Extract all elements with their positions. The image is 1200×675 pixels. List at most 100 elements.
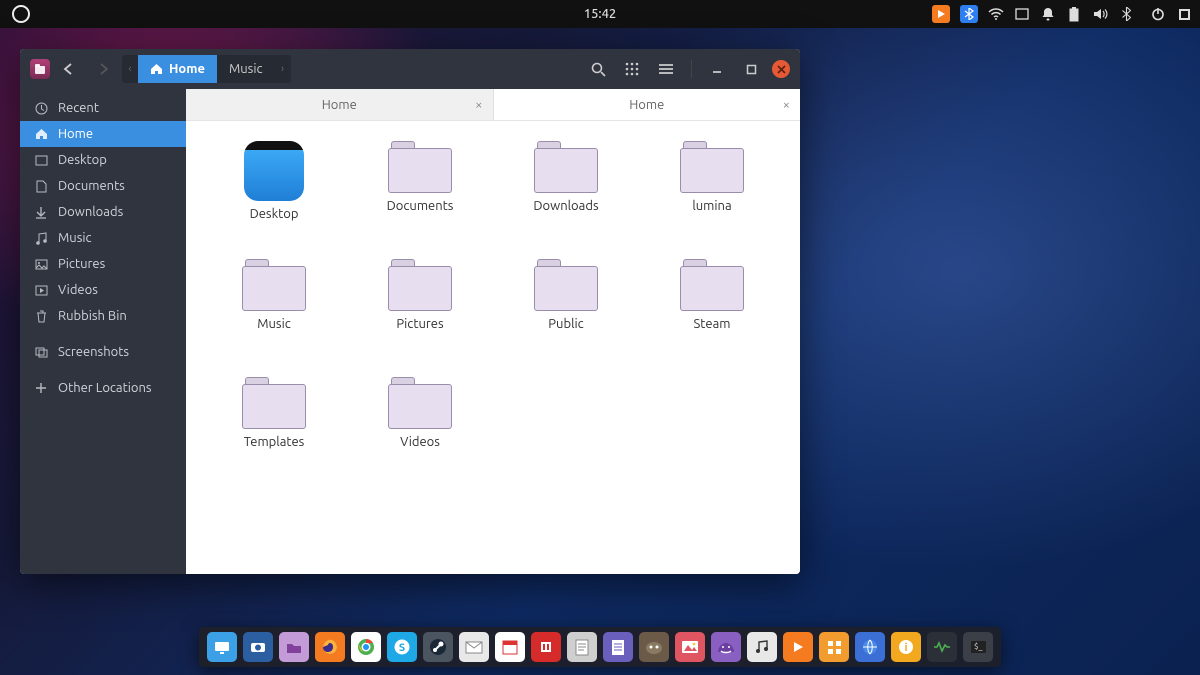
document-icon xyxy=(34,180,48,193)
file-item-pictures[interactable]: Pictures xyxy=(350,259,490,377)
app-icon xyxy=(30,59,50,79)
window-titlebar[interactable]: ‹ Home Music › xyxy=(20,49,800,89)
sidebar-item-documents[interactable]: Documents xyxy=(20,173,186,199)
tab-home-1[interactable]: Home × xyxy=(186,89,494,120)
pictures-icon xyxy=(34,259,48,270)
sidebar: Recent Home Desktop Documents Downloads … xyxy=(20,89,186,574)
path-label: Home xyxy=(169,62,205,76)
sidebar-item-downloads[interactable]: Downloads xyxy=(20,199,186,225)
window-maximize-button[interactable] xyxy=(738,56,764,82)
file-item-documents[interactable]: Documents xyxy=(350,141,490,259)
dock-app-files[interactable] xyxy=(279,632,309,662)
dock-app-screenshot[interactable] xyxy=(243,632,273,662)
sidebar-item-screenshots[interactable]: Screenshots xyxy=(20,339,186,365)
dock-app-text[interactable] xyxy=(567,632,597,662)
file-item-steam[interactable]: Steam xyxy=(642,259,782,377)
dock-app-skype[interactable]: S xyxy=(387,632,417,662)
file-item-label: lumina xyxy=(692,199,731,213)
dock-app-globe[interactable] xyxy=(855,632,885,662)
sidebar-item-videos[interactable]: Videos xyxy=(20,277,186,303)
sidebar-item-rubbish-bin[interactable]: Rubbish Bin xyxy=(20,303,186,329)
path-back-icon[interactable]: ‹ xyxy=(122,63,138,75)
file-item-videos[interactable]: Videos xyxy=(350,377,490,495)
sidebar-item-label: Desktop xyxy=(58,153,107,167)
path-forward-icon[interactable]: › xyxy=(275,63,291,75)
tab-close-icon[interactable]: × xyxy=(783,98,790,112)
dock-app-gimp[interactable] xyxy=(639,632,669,662)
session-menu-icon[interactable] xyxy=(1176,6,1192,22)
dock-app-music[interactable] xyxy=(747,632,777,662)
sidebar-item-label: Other Locations xyxy=(58,381,152,395)
dock-app-steam[interactable] xyxy=(423,632,453,662)
file-item-music[interactable]: Music xyxy=(204,259,344,377)
dock-app-albert[interactable] xyxy=(531,632,561,662)
folder-icon xyxy=(242,259,306,311)
dock-app-calendar[interactable] xyxy=(495,632,525,662)
dock-app-monitor[interactable] xyxy=(207,632,237,662)
volume-icon[interactable] xyxy=(1092,6,1108,22)
file-grid[interactable]: Desktop Documents Downloads lumina Music xyxy=(186,121,800,574)
file-item-label: Public xyxy=(548,317,583,331)
hamburger-menu-icon[interactable] xyxy=(653,56,679,82)
view-grid-icon[interactable] xyxy=(619,56,645,82)
file-item-lumina[interactable]: lumina xyxy=(642,141,782,259)
sidebar-item-label: Music xyxy=(58,231,92,245)
folder-icon xyxy=(242,377,306,429)
plus-icon xyxy=(34,382,48,394)
file-item-public[interactable]: Public xyxy=(496,259,636,377)
dock-app-notes[interactable] xyxy=(603,632,633,662)
sidebar-item-home[interactable]: Home xyxy=(20,121,186,147)
svg-text:S: S xyxy=(399,642,405,654)
screenshots-icon xyxy=(34,347,48,358)
folder-icon xyxy=(534,141,598,193)
workspace-icon[interactable] xyxy=(1014,6,1030,22)
dock-app-activity[interactable] xyxy=(927,632,957,662)
sidebar-item-other-locations[interactable]: Other Locations xyxy=(20,375,186,401)
notifications-icon[interactable] xyxy=(1040,6,1056,22)
path-label: Music xyxy=(229,62,263,76)
dock-app-grid[interactable] xyxy=(819,632,849,662)
file-item-downloads[interactable]: Downloads xyxy=(496,141,636,259)
bluetooth-icon[interactable] xyxy=(1118,6,1134,22)
dock-app-play[interactable] xyxy=(783,632,813,662)
dock-app-face[interactable] xyxy=(711,632,741,662)
file-item-templates[interactable]: Templates xyxy=(204,377,344,495)
top-panel: 15:42 xyxy=(0,0,1200,28)
nav-forward-button[interactable] xyxy=(90,57,114,81)
nav-back-button[interactable] xyxy=(58,57,82,81)
dock-app-mail[interactable] xyxy=(459,632,489,662)
dock-app-firefox[interactable] xyxy=(315,632,345,662)
dock-app-info[interactable]: i xyxy=(891,632,921,662)
clock-icon xyxy=(34,102,48,115)
window-minimize-button[interactable] xyxy=(704,56,730,82)
media-play-icon[interactable] xyxy=(932,5,950,23)
path-segment-music[interactable]: Music xyxy=(217,55,275,83)
window-close-button[interactable] xyxy=(772,60,790,78)
dock-app-photos[interactable] xyxy=(675,632,705,662)
file-item-desktop[interactable]: Desktop xyxy=(204,141,344,259)
battery-icon[interactable] xyxy=(1066,6,1082,22)
budgie-menu-icon[interactable] xyxy=(12,5,30,23)
trash-icon xyxy=(34,310,48,323)
wifi-icon[interactable] xyxy=(988,6,1004,22)
bluetooth-app-icon[interactable] xyxy=(960,5,978,23)
sidebar-item-recent[interactable]: Recent xyxy=(20,95,186,121)
sidebar-item-label: Recent xyxy=(58,101,99,115)
sidebar-item-desktop[interactable]: Desktop xyxy=(20,147,186,173)
download-icon xyxy=(34,206,48,219)
power-icon[interactable] xyxy=(1150,6,1166,22)
sidebar-item-label: Videos xyxy=(58,283,98,297)
sidebar-item-label: Downloads xyxy=(58,205,123,219)
search-icon[interactable] xyxy=(585,56,611,82)
dock-app-chrome[interactable] xyxy=(351,632,381,662)
sidebar-item-pictures[interactable]: Pictures xyxy=(20,251,186,277)
home-icon xyxy=(34,128,48,140)
tab-home-2[interactable]: Home × xyxy=(494,89,801,120)
path-segment-home[interactable]: Home xyxy=(138,55,217,83)
sidebar-item-music[interactable]: Music xyxy=(20,225,186,251)
sidebar-item-label: Rubbish Bin xyxy=(58,309,127,323)
panel-clock[interactable]: 15:42 xyxy=(584,7,617,21)
tab-close-icon[interactable]: × xyxy=(475,98,482,112)
dock-app-terminal[interactable]: $_ xyxy=(963,632,993,662)
tab-label: Home xyxy=(629,98,664,112)
